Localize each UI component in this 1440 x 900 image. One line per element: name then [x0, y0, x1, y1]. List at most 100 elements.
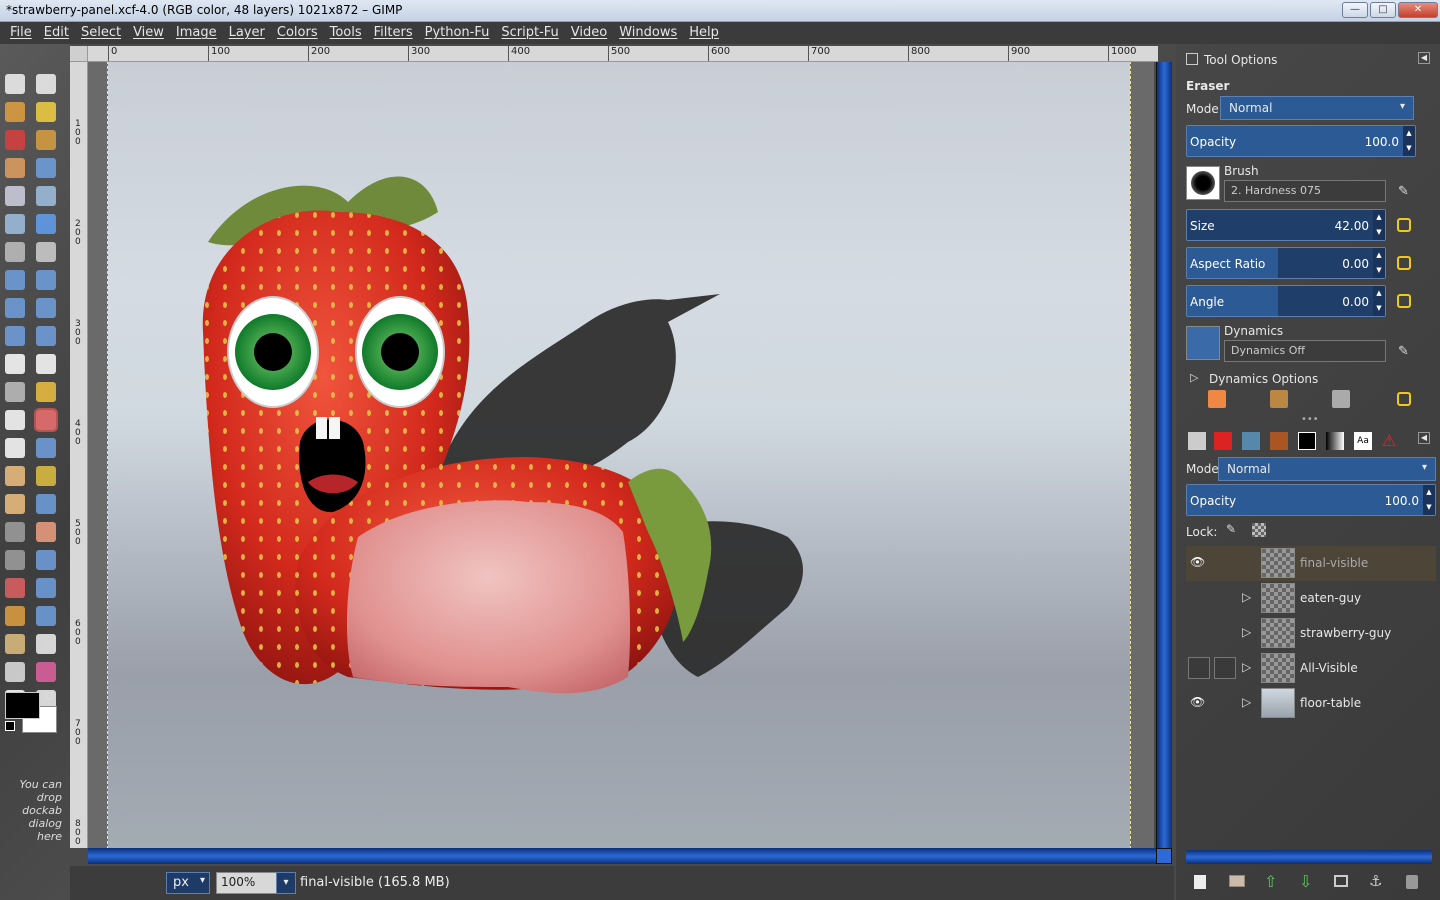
- save-options-icon[interactable]: [1208, 390, 1226, 408]
- foreground-select-tool-icon[interactable]: [5, 158, 25, 178]
- layer-name[interactable]: floor-table: [1300, 696, 1361, 710]
- close-icon[interactable]: ✕: [1398, 2, 1438, 18]
- blend-tool-icon[interactable]: [5, 382, 25, 402]
- airbrush-tool-icon[interactable]: [5, 438, 25, 458]
- menu-layer[interactable]: Layer: [223, 22, 271, 44]
- layers-scrollbar[interactable]: [1186, 850, 1432, 864]
- angle-slider[interactable]: Angle 0.00 ▲ ▼: [1186, 285, 1386, 317]
- menu-help[interactable]: Help: [683, 22, 725, 44]
- layer-name[interactable]: final-visible: [1300, 556, 1368, 570]
- layer-row-floor-table[interactable]: 👁 ▷ floor-table: [1186, 686, 1436, 721]
- image-canvas[interactable]: [107, 62, 1131, 848]
- layer-name[interactable]: strawberry-guy: [1300, 626, 1391, 640]
- ellipse-select-tool-icon[interactable]: [36, 74, 56, 94]
- menu-video[interactable]: Video: [565, 22, 613, 44]
- layer-row-all-visible[interactable]: ▷ All-Visible: [1186, 651, 1436, 686]
- canvas-area[interactable]: [88, 62, 1154, 848]
- ruler-vertical[interactable]: 100 200 300 400 500 600 700 800: [70, 62, 88, 848]
- tab-paths[interactable]: [1242, 432, 1260, 450]
- filter-i-tool-icon[interactable]: [36, 662, 56, 682]
- minimize-icon[interactable]: —: [1342, 2, 1368, 18]
- shear-tool-icon[interactable]: [5, 298, 25, 318]
- menu-view[interactable]: View: [127, 22, 170, 44]
- eye-icon[interactable]: 👁: [1190, 695, 1208, 709]
- tab-fonts[interactable]: Aa: [1354, 432, 1372, 450]
- size-spinner[interactable]: ▲ ▼: [1373, 210, 1385, 240]
- brush-preview[interactable]: [1186, 166, 1220, 200]
- measure-tool-icon[interactable]: [5, 214, 25, 234]
- layer-row-final-visible[interactable]: 👁 final-visible: [1186, 546, 1436, 581]
- maximize-icon[interactable]: □: [1370, 2, 1396, 18]
- smudge-tool-icon[interactable]: [5, 522, 25, 542]
- unit-selector[interactable]: px ▾: [166, 872, 210, 894]
- paintbrush-tool-icon[interactable]: [5, 410, 25, 430]
- menu-colors[interactable]: Colors: [271, 22, 324, 44]
- delete-options-icon[interactable]: [1332, 390, 1350, 408]
- duplicate-layer-icon[interactable]: [1334, 875, 1348, 887]
- zoom-tool-icon[interactable]: [36, 186, 56, 206]
- layer-row-eaten-guy[interactable]: ▷ eaten-guy: [1186, 581, 1436, 616]
- filter-h-tool-icon[interactable]: [5, 662, 25, 682]
- new-group-icon[interactable]: [1229, 875, 1245, 887]
- perspective-tool-icon[interactable]: [36, 298, 56, 318]
- chain-toggle[interactable]: [1214, 657, 1236, 679]
- pencil-tool-icon[interactable]: [36, 382, 56, 402]
- eraser-tool-icon[interactable]: [34, 408, 58, 432]
- lock-alpha-icon[interactable]: [1252, 523, 1266, 537]
- ruler-horizontal[interactable]: 0 100 200 300 400 500 600 700 800 900 1000: [88, 46, 1158, 62]
- opacity-slider[interactable]: Opacity 100.0 ▲ ▼: [1186, 125, 1416, 157]
- color-picker-tool-icon[interactable]: [5, 186, 25, 206]
- size-slider[interactable]: Size 42.00 ▲ ▼: [1186, 209, 1386, 241]
- free-select-tool-icon[interactable]: [5, 102, 25, 122]
- layer-opacity-slider[interactable]: Opacity 100.0 ▲ ▼: [1186, 484, 1436, 516]
- dock-menu-icon-2[interactable]: ◀: [1418, 432, 1430, 444]
- ruler-corner[interactable]: [70, 46, 88, 62]
- anchor-layer-icon[interactable]: ⚓: [1369, 872, 1382, 890]
- tab-errors[interactable]: ⚠: [1382, 432, 1400, 450]
- swap-colors-icon[interactable]: ↺: [45, 689, 55, 703]
- lower-layer-icon[interactable]: ⇩: [1299, 872, 1312, 891]
- expander-icon[interactable]: ▷: [1242, 695, 1251, 709]
- color-select-tool-icon[interactable]: [5, 130, 25, 150]
- restore-options-icon[interactable]: [1270, 390, 1288, 408]
- aspect-ratio-slider[interactable]: Aspect Ratio 0.00 ▲ ▼: [1186, 247, 1386, 279]
- crop-tool-icon[interactable]: [36, 242, 56, 262]
- dynamics-options-label[interactable]: Dynamics Options: [1209, 372, 1318, 386]
- filter-c-tool-icon[interactable]: [36, 578, 56, 598]
- edit-brush-icon[interactable]: ✎: [1398, 184, 1409, 199]
- reset-options-icon[interactable]: [1397, 392, 1411, 406]
- tab-separator[interactable]: •••: [1301, 414, 1319, 425]
- menu-image[interactable]: Image: [170, 22, 223, 44]
- scale-tool-icon[interactable]: [36, 270, 56, 290]
- reset-aspect-ratio-icon[interactable]: [1397, 256, 1411, 270]
- lock-pixels-icon[interactable]: ✎: [1226, 522, 1236, 536]
- tab-gradients[interactable]: [1326, 432, 1344, 450]
- filter-e-tool-icon[interactable]: [36, 606, 56, 626]
- menu-windows[interactable]: Windows: [613, 22, 683, 44]
- ink-tool-icon[interactable]: [36, 438, 56, 458]
- horizontal-scrollbar[interactable]: [88, 848, 1156, 864]
- menu-script-fu[interactable]: Script-Fu: [495, 22, 564, 44]
- text-tool-icon[interactable]: [5, 354, 25, 374]
- filter-b-tool-icon[interactable]: [5, 578, 25, 598]
- menu-edit[interactable]: Edit: [38, 22, 75, 44]
- new-layer-icon[interactable]: [1194, 875, 1206, 889]
- tab-brushes[interactable]: [1298, 432, 1316, 450]
- eye-icon[interactable]: 👁: [1190, 555, 1208, 569]
- aspect-ratio-spinner[interactable]: ▲ ▼: [1373, 248, 1385, 278]
- vertical-scrollbar[interactable]: [1156, 62, 1172, 848]
- reset-size-icon[interactable]: [1397, 218, 1411, 232]
- blur-tool-icon[interactable]: [36, 494, 56, 514]
- tab-layers[interactable]: [1188, 432, 1206, 450]
- menu-file[interactable]: File: [4, 22, 38, 44]
- layer-opacity-spinner[interactable]: ▲ ▼: [1423, 485, 1435, 515]
- default-colors-icon[interactable]: [5, 721, 15, 731]
- filter-a-tool-icon[interactable]: [36, 550, 56, 570]
- menu-tools[interactable]: Tools: [324, 22, 368, 44]
- opacity-spinner[interactable]: ▲ ▼: [1403, 126, 1415, 156]
- perspective-clone-tool-icon[interactable]: [5, 494, 25, 514]
- menu-python-fu[interactable]: Python-Fu: [419, 22, 496, 44]
- dock-menu-icon[interactable]: ◀: [1418, 52, 1430, 64]
- delete-layer-icon[interactable]: [1406, 875, 1418, 889]
- flip-tool-icon[interactable]: [5, 326, 25, 346]
